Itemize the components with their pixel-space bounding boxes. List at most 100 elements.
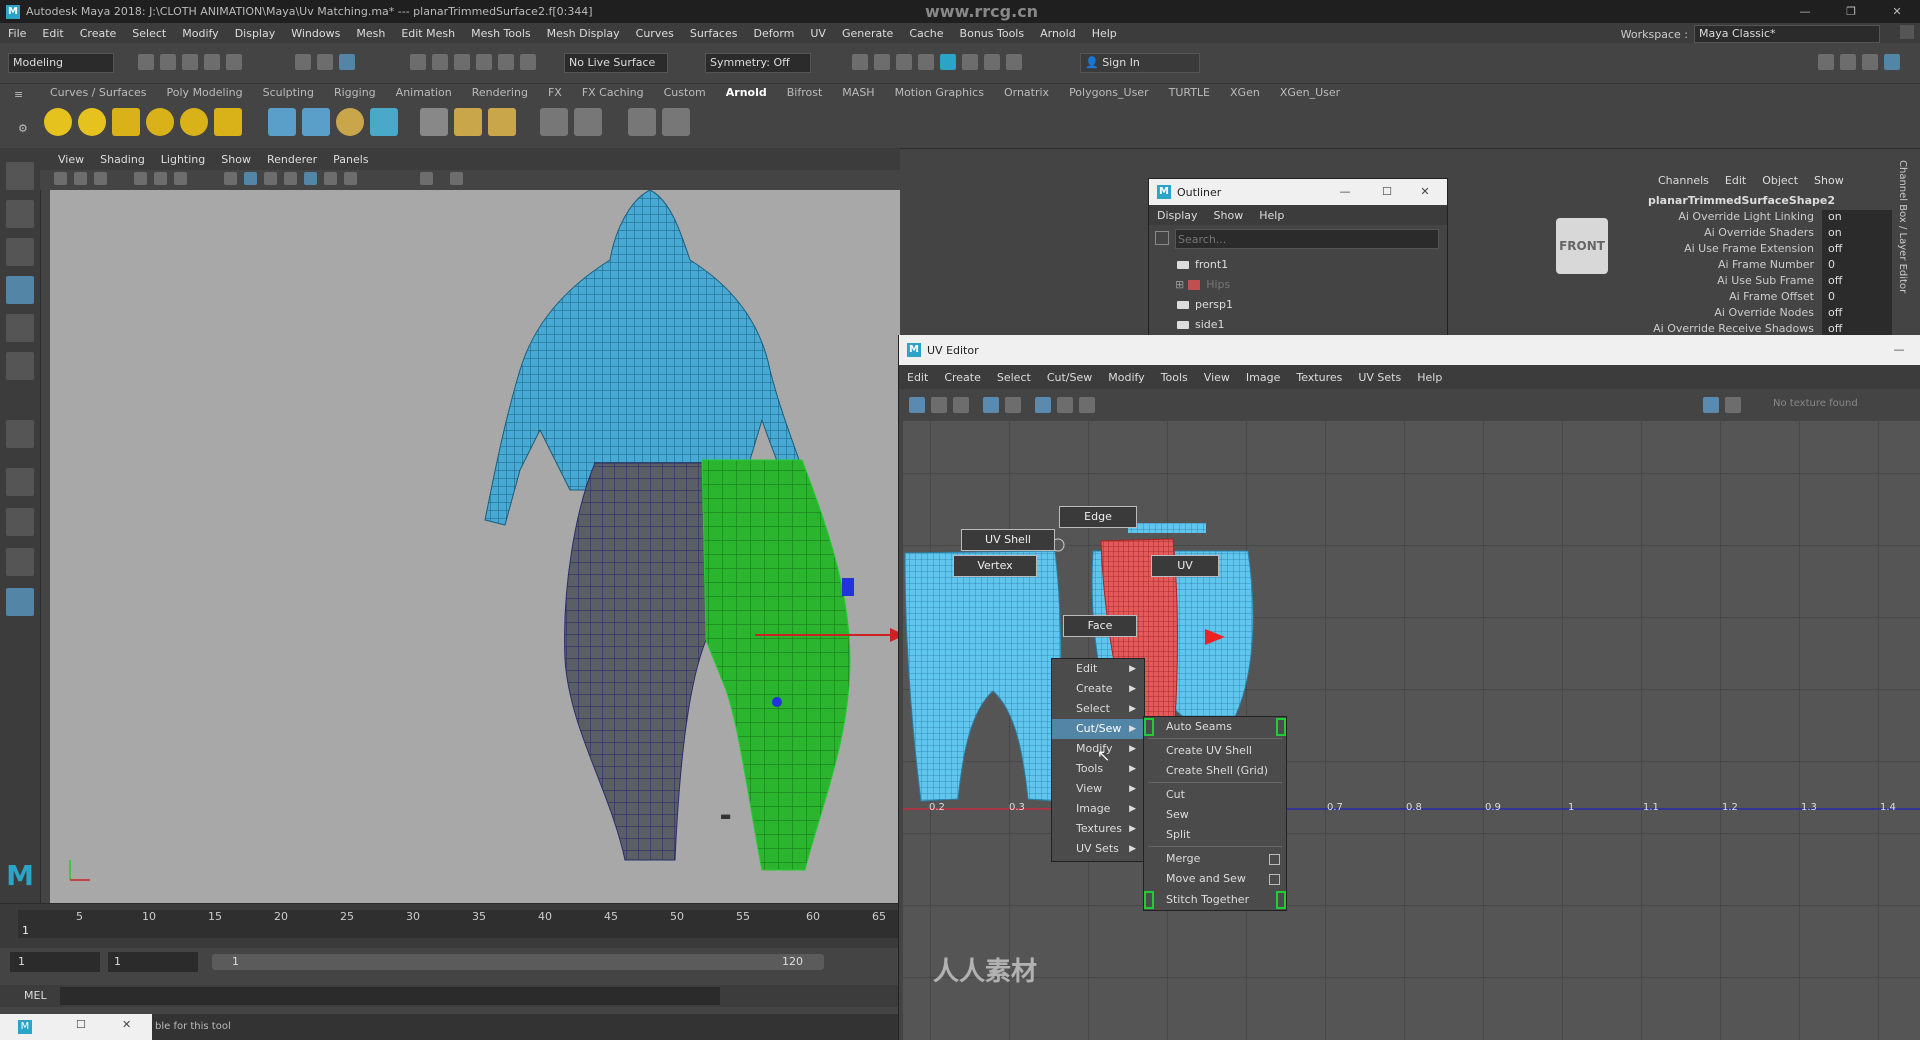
resolution-gate-icon[interactable] xyxy=(174,172,187,185)
vp-menu-lighting[interactable]: Lighting xyxy=(153,153,213,166)
shelf-tab-mash[interactable]: MASH xyxy=(832,84,884,102)
arnold-renderview-icon[interactable] xyxy=(628,108,656,136)
live-surface-field[interactable]: No Live Surface xyxy=(564,53,668,73)
attribute-row[interactable]: Ai Frame Number 0 xyxy=(1640,258,1905,274)
menu-mesh[interactable]: Mesh xyxy=(348,27,393,40)
ipr-render-icon[interactable] xyxy=(896,54,912,70)
marking-menu-uv[interactable]: UV xyxy=(1151,555,1219,577)
skydome-light-icon[interactable] xyxy=(146,108,174,136)
uv-menu-uv-sets[interactable]: UV Sets xyxy=(1350,371,1409,384)
area-light-icon[interactable] xyxy=(44,108,72,136)
scale-tool-icon[interactable] xyxy=(6,352,34,380)
playback-start-field[interactable]: 1 xyxy=(108,952,198,972)
menu-mesh-tools[interactable]: Mesh Tools xyxy=(463,27,539,40)
rotate-tool-icon[interactable] xyxy=(6,314,34,342)
isolate-icon[interactable] xyxy=(420,172,433,185)
lasso-tool-icon[interactable] xyxy=(6,200,34,228)
photometric-light-icon[interactable] xyxy=(112,108,140,136)
attribute-row[interactable]: Ai Use Frame Extension off xyxy=(1640,242,1905,258)
open-scene-icon[interactable] xyxy=(160,54,176,70)
shelf-menu-icon[interactable]: ≡ xyxy=(14,88,23,101)
license-icon[interactable] xyxy=(540,108,568,136)
snap-point-icon[interactable] xyxy=(454,54,470,70)
shelf-tab-poly-modeling[interactable]: Poly Modeling xyxy=(157,84,253,102)
uv-checker-icon[interactable] xyxy=(1035,397,1051,413)
cb-menu-object[interactable]: Object xyxy=(1754,174,1806,187)
submenu-item-create-uv-shell[interactable]: Create UV Shell xyxy=(1144,741,1286,761)
mel-label[interactable]: MEL xyxy=(24,989,47,1002)
uv-texture-display-icon[interactable] xyxy=(1703,397,1719,413)
shelf-tab-fx-caching[interactable]: FX Caching xyxy=(572,84,654,102)
pause-icon[interactable] xyxy=(1006,54,1022,70)
vp-menu-view[interactable]: View xyxy=(50,153,92,166)
curve-collector-icon[interactable] xyxy=(336,108,364,136)
outliner-menu-show[interactable]: Show xyxy=(1206,209,1252,222)
attribute-row[interactable]: Ai Override Receive Shadows off xyxy=(1640,322,1905,335)
uv-menu-view[interactable]: View xyxy=(1196,371,1238,384)
uv-menu-select[interactable]: Select xyxy=(989,371,1039,384)
attribute-row[interactable]: Ai Override Light Linking on xyxy=(1640,210,1905,226)
uv-snapshot-icon[interactable] xyxy=(1079,397,1095,413)
shelf-tab-animation[interactable]: Animation xyxy=(386,84,462,102)
perspective-viewport[interactable]: ▬ xyxy=(50,190,900,903)
vp-menu-shading[interactable]: Shading xyxy=(92,153,153,166)
uv-menu-edit[interactable]: Edit xyxy=(899,371,936,384)
uv-menu-cut-sew[interactable]: Cut/Sew xyxy=(1039,371,1100,384)
submenu-item-stitch-together[interactable]: Stitch Together xyxy=(1144,890,1286,910)
vp-menu-panels[interactable]: Panels xyxy=(325,153,376,166)
shelf-tab-xgen[interactable]: XGen xyxy=(1220,84,1270,102)
lights-icon[interactable] xyxy=(324,172,337,185)
shelf-tab-arnold[interactable]: Arnold xyxy=(716,84,777,102)
txmanager-icon[interactable] xyxy=(574,108,602,136)
uv-checker-pattern-icon[interactable] xyxy=(1725,397,1741,413)
shelf-tab-custom[interactable]: Custom xyxy=(654,84,716,102)
menu-generate[interactable]: Generate xyxy=(834,27,901,40)
minimize-icon[interactable]: — xyxy=(1327,179,1363,205)
option-box-icon[interactable] xyxy=(1269,854,1280,865)
symmetry-dropdown[interactable]: Symmetry: Off xyxy=(705,53,811,73)
uv-menu-textures[interactable]: Textures xyxy=(1288,371,1350,384)
context-item-create[interactable]: Create ▶ xyxy=(1052,679,1144,699)
attribute-row[interactable]: Ai Override Shaders on xyxy=(1640,226,1905,242)
context-item-edit[interactable]: Edit ▶ xyxy=(1052,659,1144,679)
menu-display[interactable]: Display xyxy=(227,27,284,40)
uv-grid-icon[interactable] xyxy=(983,397,999,413)
submenu-item-merge[interactable]: Merge xyxy=(1144,849,1286,869)
outliner-layout-icon[interactable] xyxy=(6,588,34,616)
marking-menu-uv-shell[interactable]: UV Shell xyxy=(961,529,1055,551)
four-view-icon[interactable] xyxy=(6,508,34,536)
light-portal-icon[interactable] xyxy=(214,108,242,136)
outliner-item-hips[interactable]: ⊞ Hips xyxy=(1175,275,1230,295)
outliner-menu-help[interactable]: Help xyxy=(1251,209,1292,222)
mel-input[interactable] xyxy=(60,987,720,1005)
menu-arnold[interactable]: Arnold xyxy=(1032,27,1084,40)
menu-uv[interactable]: UV xyxy=(802,27,834,40)
snap-curve-icon[interactable] xyxy=(432,54,448,70)
menu-bonus-tools[interactable]: Bonus Tools xyxy=(952,27,1033,40)
submenu-item-auto-seams[interactable]: Auto Seams xyxy=(1144,717,1286,737)
outliner-item-side1[interactable]: side1 xyxy=(1177,315,1225,335)
persp-outliner-icon[interactable] xyxy=(6,548,34,576)
view-cube[interactable]: FRONT xyxy=(1556,218,1608,274)
restore-icon[interactable]: ❐ xyxy=(1828,0,1874,23)
context-item-cut-sew[interactable]: Cut/Sew ▶ xyxy=(1052,719,1144,739)
wireframe-on-shaded-icon[interactable] xyxy=(264,172,277,185)
menu-create[interactable]: Create xyxy=(72,27,125,40)
outliner-search-input[interactable] xyxy=(1175,229,1439,249)
smooth-shade-icon[interactable] xyxy=(244,172,257,185)
minimized-window-bar[interactable]: M ☐ ✕ xyxy=(0,1014,152,1040)
attribute-row[interactable]: Ai Use Sub Frame off xyxy=(1640,274,1905,290)
outliner-menu-display[interactable]: Display xyxy=(1149,209,1206,222)
camera-select-icon[interactable] xyxy=(54,172,67,185)
undo-icon[interactable] xyxy=(204,54,220,70)
redo-icon[interactable] xyxy=(226,54,242,70)
volume-icon[interactable] xyxy=(302,108,330,136)
option-box-icon[interactable] xyxy=(1269,874,1280,885)
shelf-tab-sculpting[interactable]: Sculpting xyxy=(253,84,324,102)
uv-menu-modify[interactable]: Modify xyxy=(1100,371,1152,384)
play-render-icon[interactable] xyxy=(662,108,690,136)
marking-menu-vertex[interactable]: Vertex xyxy=(953,555,1037,577)
select-tool-icon[interactable] xyxy=(6,162,34,190)
menu-set-dropdown[interactable]: Modeling xyxy=(8,53,114,73)
close-icon[interactable]: ✕ xyxy=(1407,179,1443,205)
